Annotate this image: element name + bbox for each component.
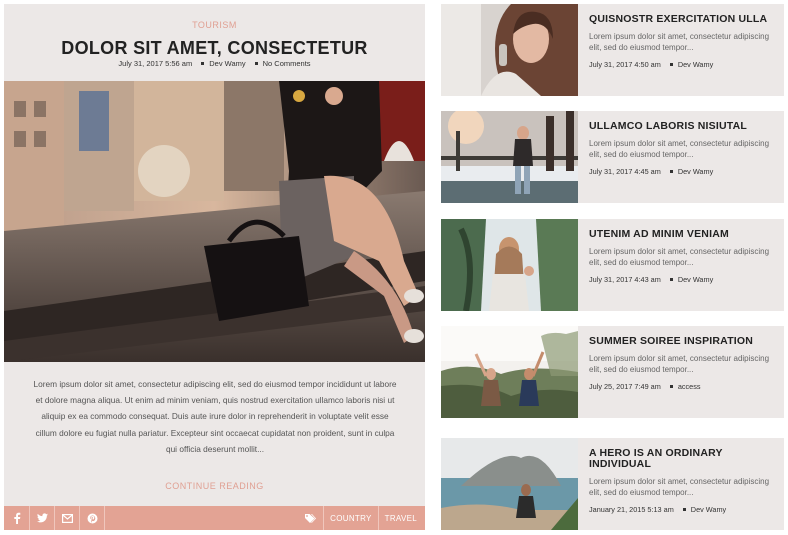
post-thumbnail[interactable] (441, 219, 578, 311)
post-author[interactable]: Dev Wamy (678, 275, 713, 284)
post-author[interactable]: access (678, 382, 701, 391)
meta-separator (669, 63, 673, 67)
post-author[interactable]: Dev Wamy (678, 60, 713, 69)
facebook-icon (13, 512, 21, 524)
post-thumbnail[interactable] (441, 438, 578, 530)
post-content: SUMMER SOIREE INSPIRATION Lorem ipsum do… (589, 336, 777, 392)
post-meta: July 31, 2017 4:50 am Dev Wamy (589, 60, 777, 69)
side-post: SUMMER SOIREE INSPIRATION Lorem ipsum do… (441, 326, 784, 418)
email-share-button[interactable] (55, 506, 80, 530)
email-icon (61, 513, 73, 523)
post-thumbnail[interactable] (441, 4, 578, 96)
side-post: A HERO IS AN ORDINARY INDIVIDUAL Lorem i… (441, 438, 784, 530)
featured-title[interactable]: DOLOR SIT AMET, CONSECTETUR (4, 38, 425, 59)
post-meta: July 31, 2017 4:45 am Dev Wamy (589, 167, 777, 176)
post-excerpt: Lorem ipsum dolor sit amet, consectetur … (589, 139, 770, 160)
facebook-share-button[interactable] (4, 506, 30, 530)
pinterest-icon (87, 513, 98, 524)
post-excerpt: Lorem ipsum dolor sit amet, consectetur … (589, 354, 770, 375)
tags-icon-wrapper (298, 506, 325, 530)
featured-author[interactable]: Dev Wamy (209, 59, 245, 68)
meta-separator (201, 62, 205, 66)
featured-date[interactable]: July 31, 2017 5:56 am (118, 59, 192, 68)
post-date[interactable]: July 25, 2017 7:49 am (589, 382, 661, 391)
post-meta: July 25, 2017 7:49 am access (589, 382, 777, 391)
post-thumbnail[interactable] (441, 111, 578, 203)
tag-link-travel[interactable]: TRAVEL (379, 506, 425, 530)
meta-separator (669, 385, 673, 389)
post-content: ULLAMCO LABORIS NISIUTAL Lorem ipsum dol… (589, 121, 777, 177)
meta-separator (669, 170, 673, 174)
meta-separator (254, 62, 258, 66)
post-date[interactable]: July 31, 2017 4:50 am (589, 60, 661, 69)
post-title[interactable]: SUMMER SOIREE INSPIRATION (589, 336, 777, 347)
side-post: ULLAMCO LABORIS NISIUTAL Lorem ipsum dol… (441, 111, 784, 203)
post-content: QUISNOSTR EXERCITATION ULLA Lorem ipsum … (589, 14, 777, 70)
tag-link-country[interactable]: COUNTRY (324, 506, 379, 530)
featured-post: TOURISM DOLOR SIT AMET, CONSECTETUR July… (4, 4, 425, 530)
post-excerpt: Lorem ipsum dolor sit amet, consectetur … (589, 477, 770, 498)
post-content: A HERO IS AN ORDINARY INDIVIDUAL Lorem i… (589, 448, 777, 515)
side-post: QUISNOSTR EXERCITATION ULLA Lorem ipsum … (441, 4, 784, 96)
twitter-icon (36, 513, 48, 523)
post-excerpt: Lorem ipsum dolor sit amet, consectetur … (589, 32, 770, 53)
post-content: UTENIM AD MINIM VENIAM Lorem ipsum dolor… (589, 229, 777, 285)
featured-image[interactable] (4, 81, 425, 362)
featured-footer-bar: COUNTRY TRAVEL (4, 506, 425, 530)
featured-meta: July 31, 2017 5:56 am Dev Wamy No Comments (4, 59, 425, 68)
post-excerpt: Lorem ipsum dolor sit amet, consectetur … (589, 247, 770, 268)
side-post: UTENIM AD MINIM VENIAM Lorem ipsum dolor… (441, 219, 784, 311)
pinterest-share-button[interactable] (80, 506, 105, 530)
post-title[interactable]: QUISNOSTR EXERCITATION ULLA (589, 14, 777, 25)
post-date[interactable]: July 31, 2017 4:45 am (589, 167, 661, 176)
tag-icon (305, 513, 317, 523)
post-date[interactable]: July 31, 2017 4:43 am (589, 275, 661, 284)
post-thumbnail[interactable] (441, 326, 578, 418)
featured-comments-link[interactable]: No Comments (263, 59, 311, 68)
post-date[interactable]: January 21, 2015 5:13 am (589, 505, 674, 514)
continue-reading-link[interactable]: CONTINUE READING (4, 481, 425, 491)
post-author[interactable]: Dev Wamy (691, 505, 726, 514)
post-title[interactable]: ULLAMCO LABORIS NISIUTAL (589, 121, 777, 132)
post-meta: July 31, 2017 4:43 am Dev Wamy (589, 275, 777, 284)
twitter-share-button[interactable] (30, 506, 55, 530)
post-title[interactable]: A HERO IS AN ORDINARY INDIVIDUAL (589, 448, 777, 470)
post-author[interactable]: Dev Wamy (678, 167, 713, 176)
featured-excerpt: Lorem ipsum dolor sit amet, consectetur … (33, 379, 397, 454)
meta-separator (669, 278, 673, 282)
featured-category-link[interactable]: TOURISM (4, 20, 425, 30)
post-title[interactable]: UTENIM AD MINIM VENIAM (589, 229, 777, 240)
meta-separator (682, 508, 686, 512)
post-meta: January 21, 2015 5:13 am Dev Wamy (589, 505, 777, 514)
